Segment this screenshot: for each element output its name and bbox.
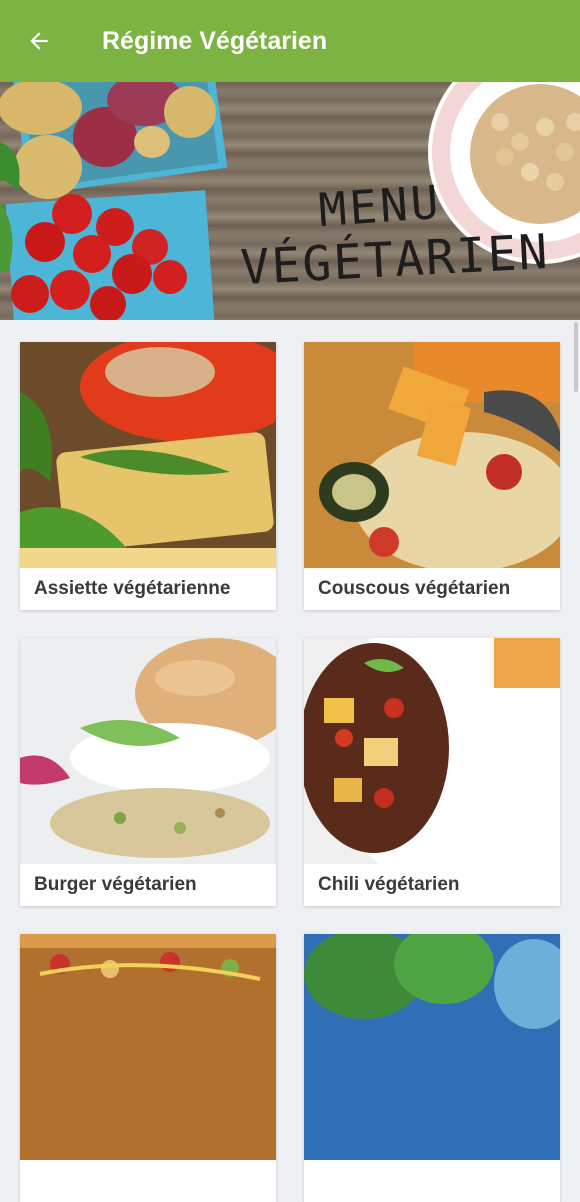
menu-banner: MENU VÉGÉTARIEN (0, 82, 580, 320)
recipe-image (304, 342, 560, 568)
page-title: Régime Végétarien (102, 26, 328, 55)
arrow-left-icon (30, 32, 48, 50)
recipe-image (304, 934, 560, 1160)
recipe-card-burger[interactable]: Burger végétarien (20, 638, 276, 906)
potato-crate (0, 82, 228, 199)
recipe-image (20, 638, 276, 864)
recipe-label: Chili végétarien (318, 874, 460, 895)
recipe-card-partial-1[interactable] (20, 934, 276, 1202)
scrollbar[interactable] (574, 322, 578, 392)
tomato-crate (5, 190, 215, 320)
recipe-image (20, 934, 276, 1160)
recipe-card-assiette[interactable]: Assiette végétarienne (20, 342, 276, 610)
recipe-card-chili[interactable]: Chili végétarien (304, 638, 560, 906)
app-bar: Régime Végétarien (0, 0, 580, 82)
back-button[interactable] (0, 0, 78, 82)
recipe-label: Couscous végétarien (318, 578, 511, 599)
recipe-label: Burger végétarien (34, 874, 197, 895)
recipe-card-partial-2[interactable] (304, 934, 560, 1202)
banner-text: MENU VÉGÉTARIEN (225, 175, 565, 296)
recipe-image (20, 342, 276, 568)
recipe-card-couscous[interactable]: Couscous végétarien (304, 342, 560, 610)
recipe-image (304, 638, 560, 864)
recipe-label: Assiette végétarienne (34, 578, 231, 599)
